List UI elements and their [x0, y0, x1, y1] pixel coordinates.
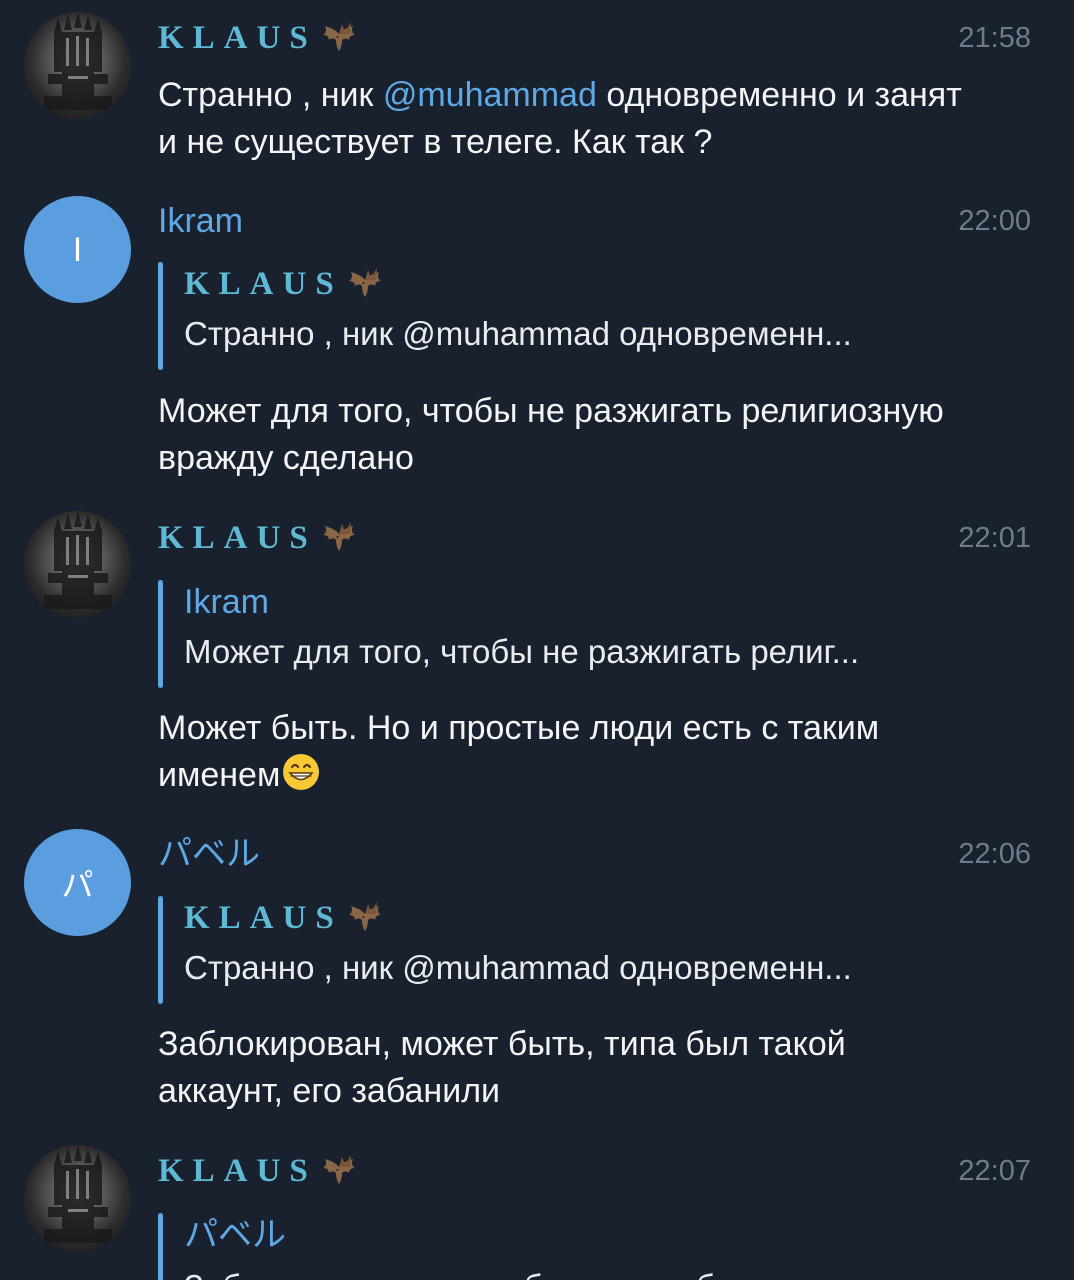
iron-throne-avatar-image — [44, 1145, 112, 1243]
reply-bar — [158, 580, 163, 688]
reply-sender-text: KLAUS — [184, 900, 343, 936]
avatar-ikram[interactable]: I — [24, 196, 131, 303]
reply-quote[interactable]: Ikram Может для того, чтобы не разжигать… — [158, 580, 998, 708]
reply-sender-name: KLAUS — [184, 262, 387, 306]
message-sender-name[interactable]: Ikram — [158, 201, 243, 241]
sender-name-text: KLAUS — [158, 1153, 317, 1189]
message-time: 22:01 — [958, 522, 1031, 554]
iron-throne-avatar-image — [44, 511, 112, 609]
avatar-klaus[interactable] — [24, 511, 131, 618]
reply-sender-name: パベル — [184, 1216, 286, 1254]
sender-name-text: KLAUS — [158, 20, 317, 56]
grinning-face-icon — [283, 754, 320, 790]
reply-bar — [158, 1213, 163, 1280]
message-sender-name[interactable]: パベル — [158, 834, 260, 874]
mention-link[interactable]: @muhammad — [383, 76, 597, 114]
reply-quote[interactable]: KLAUS Странно , ник @muhammad одновремен… — [158, 262, 998, 390]
message-sender-name[interactable]: KLAUS — [158, 18, 361, 58]
avatar-klaus[interactable] — [24, 12, 131, 119]
reply-text: Странно , ник @muhammad одновременн... — [184, 315, 852, 352]
message-text: Может быть. Но и простые люди есть с так… — [158, 705, 978, 799]
message-text-part: Может быть. Но и простые люди есть с так… — [158, 709, 880, 794]
reply-sender-text: KLAUS — [184, 266, 343, 302]
bat-icon — [322, 1155, 355, 1185]
message-time: 21:58 — [958, 22, 1031, 54]
reply-quote[interactable]: KLAUS Странно , ник @muhammad одновремен… — [158, 896, 998, 1024]
reply-quote[interactable]: パベル Заблокирован, может быть, типа был т… — [158, 1213, 998, 1280]
reply-sender-name: Ikram — [184, 583, 269, 621]
message-text: Странно , ник @muhammad одновременно и з… — [158, 72, 978, 166]
reply-sender-name: KLAUS — [184, 896, 387, 940]
message-text: Может для того, чтобы не разжигать религ… — [158, 392, 944, 477]
reply-text: Заблокирован, может быть, типа был таког… — [184, 1265, 869, 1280]
message-sender-name[interactable]: KLAUS — [158, 1151, 361, 1191]
iron-throne-avatar-image — [44, 12, 112, 110]
message-text-part: Странно , ник — [158, 76, 383, 114]
chat-message-list[interactable]: KLAUS 21:58 Странно , ник @muhammad одно… — [0, 0, 1074, 1280]
reply-bar — [158, 262, 163, 370]
reply-bar — [158, 896, 163, 1004]
bat-icon — [322, 522, 355, 552]
reply-text: Может для того, чтобы не разжигать религ… — [184, 633, 860, 670]
message-text: Заблокирован, может быть, типа был такой… — [158, 1025, 846, 1110]
sender-name-text: KLAUS — [158, 520, 317, 556]
bat-icon — [348, 902, 381, 932]
message-sender-name[interactable]: KLAUS — [158, 518, 361, 558]
bat-icon — [348, 268, 381, 298]
avatar-pavel[interactable]: パ — [24, 829, 131, 936]
avatar-letter: パ — [61, 865, 94, 904]
message-time: 22:00 — [958, 205, 1031, 237]
bat-icon — [322, 22, 355, 52]
avatar-klaus[interactable] — [24, 1145, 131, 1252]
reply-text: Странно , ник @muhammad одновременн... — [184, 949, 852, 986]
message-time: 22:07 — [958, 1155, 1031, 1187]
avatar-letter: I — [72, 230, 83, 269]
message-time: 22:06 — [958, 838, 1031, 870]
